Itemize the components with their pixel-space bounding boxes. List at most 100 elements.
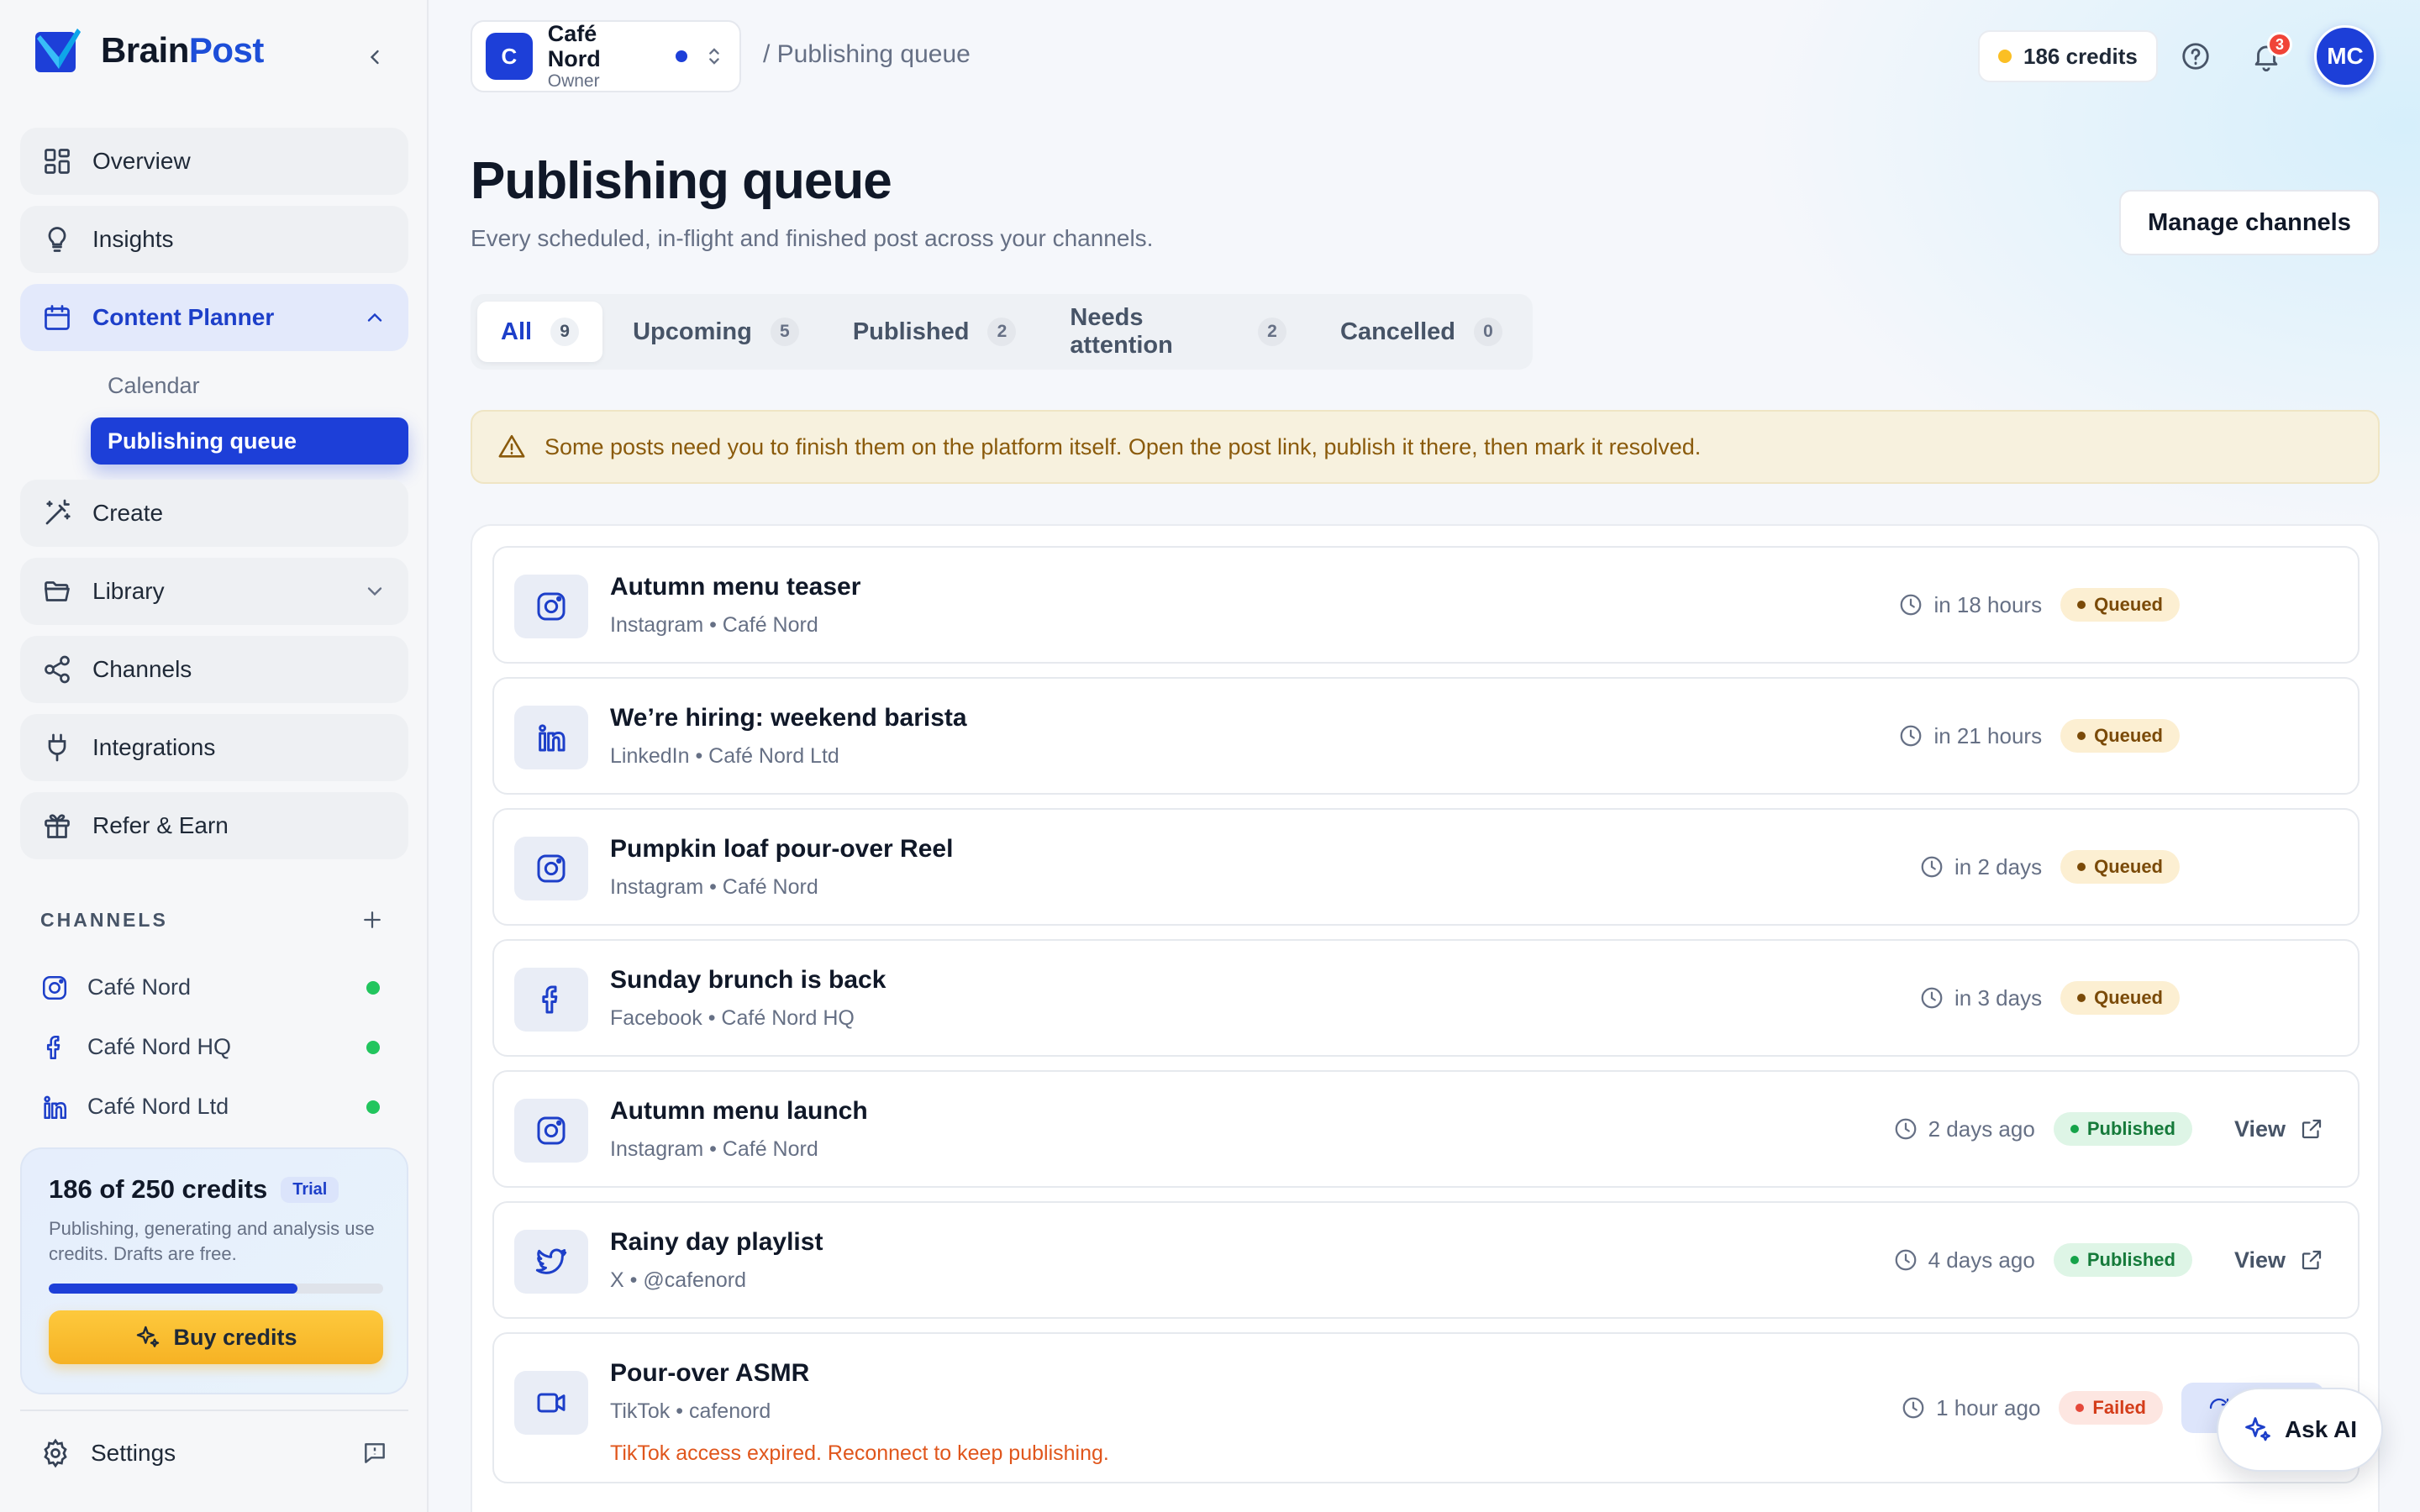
buy-credits-button[interactable]: Buy credits [49, 1310, 383, 1364]
nav-item-content-planner[interactable]: Content Planner [20, 284, 408, 351]
channel-list: Café Nord Café Nord HQ Café Nord Ltd [40, 958, 388, 1137]
tab-count: 0 [1474, 318, 1502, 346]
post-status-area: in 21 hours Queued [1898, 679, 2324, 793]
tab-count: 9 [550, 318, 580, 346]
sparkles-icon [2245, 1417, 2270, 1441]
post-item[interactable]: Autumn menu launch Instagram • Café Nord… [492, 1070, 2360, 1188]
credits-pill[interactable]: 186 credits [1978, 30, 2158, 82]
brand[interactable]: BrainPost [34, 25, 264, 76]
post-title: We’re hiring: weekend barista [610, 704, 967, 732]
post-meta: Facebook • Café Nord HQ [610, 1006, 855, 1030]
share-nodes-icon [45, 655, 70, 684]
channel-item-cafe-nord[interactable]: Café Nord [40, 958, 388, 1017]
status-dot [2077, 994, 2086, 1002]
plus-icon[interactable] [360, 907, 385, 932]
page-subtitle: Every scheduled, in-flight and finished … [471, 225, 1154, 251]
credits-progress-bar [49, 1284, 383, 1294]
post-item[interactable]: Sunday brunch is back Facebook • Café No… [492, 939, 2360, 1057]
filter-tabs: All 9 Upcoming 5 Published 2 Needs attentio… [471, 294, 1533, 370]
post-time: in 21 hours [1898, 723, 2042, 749]
calendar-icon [45, 305, 70, 330]
chevron-down-icon [367, 587, 382, 596]
channels-header: CHANNELS [40, 907, 385, 932]
tab-needs-attention[interactable]: Needs attention 2 [1046, 302, 1310, 362]
instagram-icon [537, 854, 566, 883]
user-avatar[interactable]: MC [2314, 25, 2376, 87]
nav-item-channels[interactable]: Channels [20, 636, 408, 703]
external-link-icon [2302, 1250, 2322, 1270]
status-badge: Published [2053, 1243, 2192, 1277]
post-meta: TikTok • cafenord [610, 1399, 771, 1423]
post-error-message: TikTok access expired. Reconnect to keep… [610, 1441, 1109, 1465]
post-time: 2 days ago [1893, 1116, 2035, 1142]
post-item[interactable]: We’re hiring: weekend barista LinkedIn •… [492, 677, 2360, 795]
sparkles-icon [137, 1326, 160, 1347]
view-post-link[interactable]: View [2234, 1116, 2324, 1142]
page-title: Publishing queue [471, 152, 892, 210]
nav-item-refer-earn[interactable]: Refer & Earn [20, 792, 408, 859]
nav-item-insights[interactable]: Insights [20, 206, 408, 273]
status-badge: Failed [2059, 1391, 2163, 1425]
post-time: in 2 days [1919, 854, 2042, 880]
post-item[interactable]: Pour-over ASMR TikTok • cafenord TikTok … [492, 1332, 2360, 1483]
post-item[interactable]: Autumn menu teaser Instagram • Café Nord… [492, 546, 2360, 664]
clock-icon [1902, 1397, 1924, 1419]
post-channel-icon [514, 1099, 588, 1163]
status-dot [2077, 863, 2086, 871]
view-post-link[interactable]: View [2234, 1247, 2324, 1273]
post-meta: Instagram • Café Nord [610, 1137, 818, 1161]
facebook-icon [46, 1035, 60, 1059]
main-content: C Café Nord Owner / Publishing queue 186… [430, 0, 2420, 1512]
manage-channels-button[interactable]: Manage channels [2119, 190, 2380, 255]
chevron-up-icon [367, 312, 382, 322]
post-channel-icon [514, 575, 588, 638]
tab-count: 2 [987, 318, 1017, 346]
trial-badge: Trial [281, 1176, 339, 1203]
status-badge: Queued [2060, 719, 2180, 753]
subnav-item-calendar[interactable]: Calendar [91, 362, 408, 409]
status-badge: Queued [2060, 850, 2180, 884]
nav-item-create[interactable]: Create [20, 480, 408, 547]
post-channel-icon [514, 837, 588, 900]
notification-count-badge: 3 [2267, 32, 2292, 57]
workspace-role: Owner [547, 71, 600, 91]
feedback-icon[interactable] [361, 1440, 388, 1467]
breadcrumb: / Publishing queue [763, 40, 971, 68]
post-channel-icon [514, 1371, 588, 1435]
ask-ai-button[interactable]: Ask AI [2217, 1388, 2383, 1472]
chevron-left-icon [370, 50, 379, 65]
nav-label: Create [92, 500, 164, 526]
sidebar: BrainPost Overview Insights Content Plan… [0, 0, 429, 1512]
channel-item-cafe-nord-ltd[interactable]: Café Nord Ltd [40, 1077, 388, 1137]
credits-dot [1998, 50, 2012, 63]
nav-label: Refer & Earn [92, 812, 229, 838]
linkedin-icon [539, 724, 566, 752]
tab-all[interactable]: All 9 [477, 302, 603, 362]
workspace-avatar: C [486, 33, 533, 80]
nav-item-library[interactable]: Library [20, 558, 408, 625]
brainpost-logo-icon [35, 29, 81, 72]
tab-count: 5 [770, 318, 799, 346]
workspace-status-dot [676, 50, 688, 62]
post-item[interactable]: Rainy day playlist X • @cafenord 4 days … [492, 1201, 2360, 1319]
settings-item[interactable]: Settings [40, 1438, 388, 1468]
collapse-sidebar-button[interactable] [360, 42, 390, 72]
workspace-switcher[interactable]: C Café Nord Owner [471, 20, 741, 92]
connected-status-dot [366, 980, 380, 995]
clock-icon [1895, 1118, 1916, 1140]
instagram-icon [537, 1116, 566, 1145]
channel-item-cafe-nord-hq[interactable]: Café Nord HQ [40, 1017, 388, 1077]
subnav-item-publishing-queue[interactable]: Publishing queue [91, 417, 408, 465]
help-icon[interactable] [2180, 40, 2212, 72]
tab-upcoming[interactable]: Upcoming 5 [609, 302, 823, 362]
plug-icon [48, 733, 66, 762]
chevron-up-down-icon [709, 48, 719, 65]
tab-published[interactable]: Published 2 [829, 302, 1040, 362]
post-time: in 3 days [1919, 985, 2042, 1011]
nav-item-overview[interactable]: Overview [20, 128, 408, 195]
post-title: Sunday brunch is back [610, 966, 886, 994]
tab-cancelled[interactable]: Cancelled 0 [1317, 302, 1526, 362]
post-item[interactable]: Pumpkin loaf pour-over Reel Instagram • … [492, 808, 2360, 926]
nav-item-integrations[interactable]: Integrations [20, 714, 408, 781]
video-icon [537, 1393, 566, 1413]
